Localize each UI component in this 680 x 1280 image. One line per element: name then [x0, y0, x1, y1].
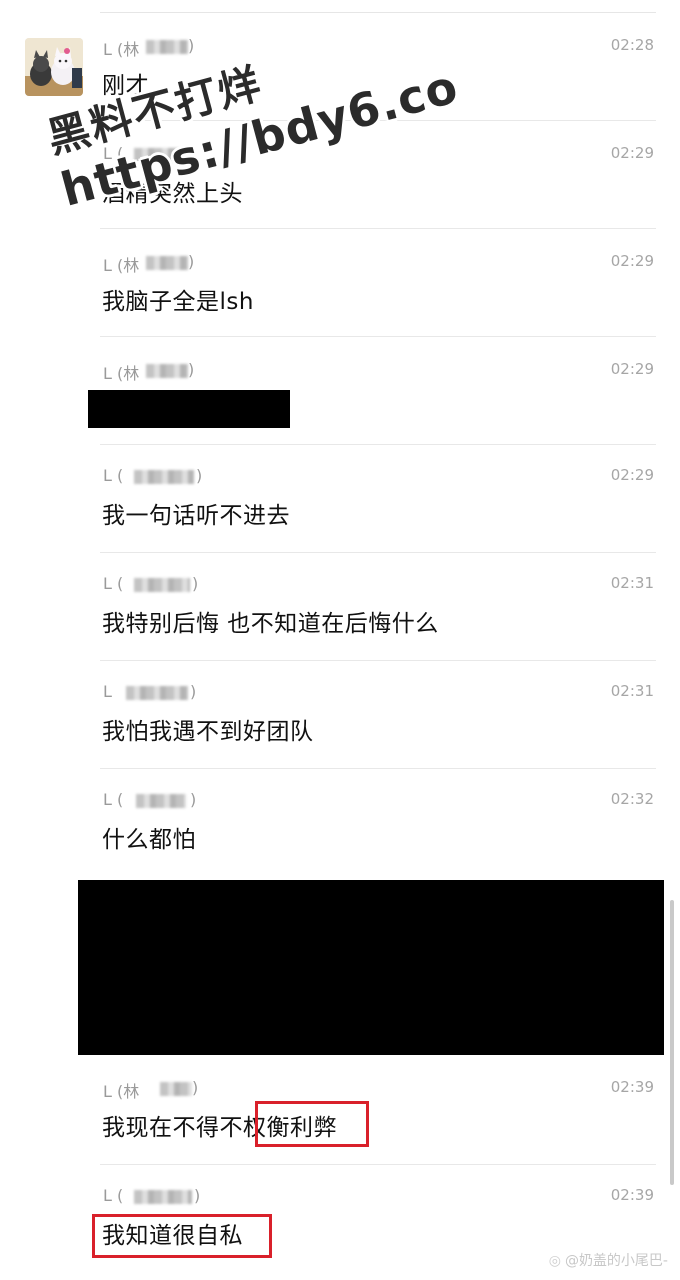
sender-name: L (: [103, 790, 124, 809]
sender-paren: ): [188, 144, 195, 163]
message-time: 02:29: [610, 144, 654, 162]
sender-paren: ): [190, 790, 197, 809]
blurred-sender-name: [134, 578, 190, 592]
top-divider: [100, 12, 656, 13]
message-text: 我特别后悔 也不知道在后悔什么: [102, 611, 439, 637]
sender-name: L: [103, 682, 112, 701]
sender-paren: ): [188, 36, 195, 55]
sender-name: L (林: [103, 1082, 140, 1101]
divider: [100, 768, 656, 769]
divider: [100, 336, 656, 337]
sender-name: L (: [103, 574, 124, 593]
cartoon-cat-avatar-icon: [25, 38, 83, 96]
message-time: 02:39: [610, 1078, 654, 1096]
sender-paren: ): [188, 252, 195, 271]
highlight-box: [255, 1101, 369, 1147]
message-time: 02:39: [610, 1186, 654, 1204]
weibo-icon: ◎: [548, 1253, 561, 1269]
credit-text: @奶盖的小尾巴-: [564, 1253, 668, 1269]
sender-paren: ): [188, 360, 195, 379]
sender-paren: ): [192, 574, 199, 593]
blurred-sender-name: [146, 40, 188, 54]
message-text-part: 我现在不得不: [102, 1115, 243, 1141]
blurred-sender-name: [146, 256, 188, 270]
divider: [100, 120, 656, 121]
divider: [100, 444, 656, 445]
message-time: 02:32: [610, 790, 654, 808]
message-time: 02:31: [610, 574, 654, 592]
message-time: 02:31: [610, 682, 654, 700]
message-text: 我怕我遇不到好团队: [102, 719, 314, 745]
message-time: 02:28: [610, 36, 654, 54]
divider: [100, 1164, 656, 1165]
message-text: 我脑子全是lsh: [102, 289, 254, 315]
message-text: 什么都怕: [102, 827, 196, 853]
message-time: 02:29: [610, 360, 654, 378]
divider: [100, 660, 656, 661]
sender-paren: ): [196, 466, 203, 485]
sender-name: L (林: [103, 364, 140, 383]
sender-paren: ): [194, 1186, 201, 1205]
redaction-box: [88, 390, 290, 428]
sender-name: L (: [103, 1186, 124, 1205]
blurred-sender-name: [160, 1082, 192, 1096]
contact-avatar[interactable]: [25, 38, 83, 96]
blurred-sender-name: [134, 1190, 192, 1204]
message-text: 我一句话听不进去: [102, 503, 290, 529]
message-time: 02:29: [610, 466, 654, 484]
watermark: 黑料不打烊 https://bdy6.co: [30, 0, 480, 234]
divider: [100, 552, 656, 553]
sender-name: L (林: [103, 256, 140, 275]
blurred-sender-name: [134, 148, 184, 162]
blurred-sender-name: [134, 470, 194, 484]
divider: [100, 228, 656, 229]
highlight-box: [92, 1214, 272, 1258]
sender-name: L (: [103, 144, 124, 163]
sender-name: L (: [103, 466, 124, 485]
blurred-sender-name: [136, 794, 186, 808]
redaction-box-large: [78, 880, 664, 1055]
sender-paren: ): [190, 682, 197, 701]
blurred-sender-name: [146, 364, 188, 378]
sender-name: L (林: [103, 40, 140, 59]
message-time: 02:29: [610, 252, 654, 270]
message-text: 酒精突然上头: [102, 181, 243, 207]
blurred-sender-name: [126, 686, 188, 700]
scrollbar[interactable]: [670, 900, 674, 1185]
weibo-credit: ◎ @奶盖的小尾巴-: [549, 1250, 668, 1270]
sender-paren: ): [192, 1078, 199, 1097]
message-text: 刚才: [102, 73, 149, 99]
